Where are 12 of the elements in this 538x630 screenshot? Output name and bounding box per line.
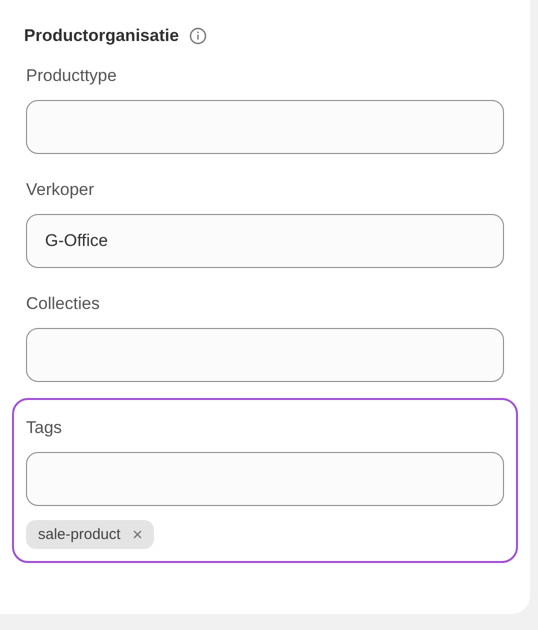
input-field[interactable] (26, 452, 504, 506)
field-label: Producttype (26, 66, 118, 86)
close-icon[interactable] (132, 530, 142, 539)
field-label: Verkoper (26, 180, 96, 200)
info-icon[interactable] (188, 27, 207, 45)
input-field[interactable]: G-Office (26, 214, 504, 268)
section-title: Productorganisatie (24, 26, 179, 46)
tag-chip[interactable]: sale-product (26, 520, 154, 549)
field-label: Tags (26, 418, 63, 438)
input-field[interactable] (26, 328, 504, 382)
field-label: Collecties (26, 294, 101, 314)
input-field[interactable] (26, 100, 504, 154)
